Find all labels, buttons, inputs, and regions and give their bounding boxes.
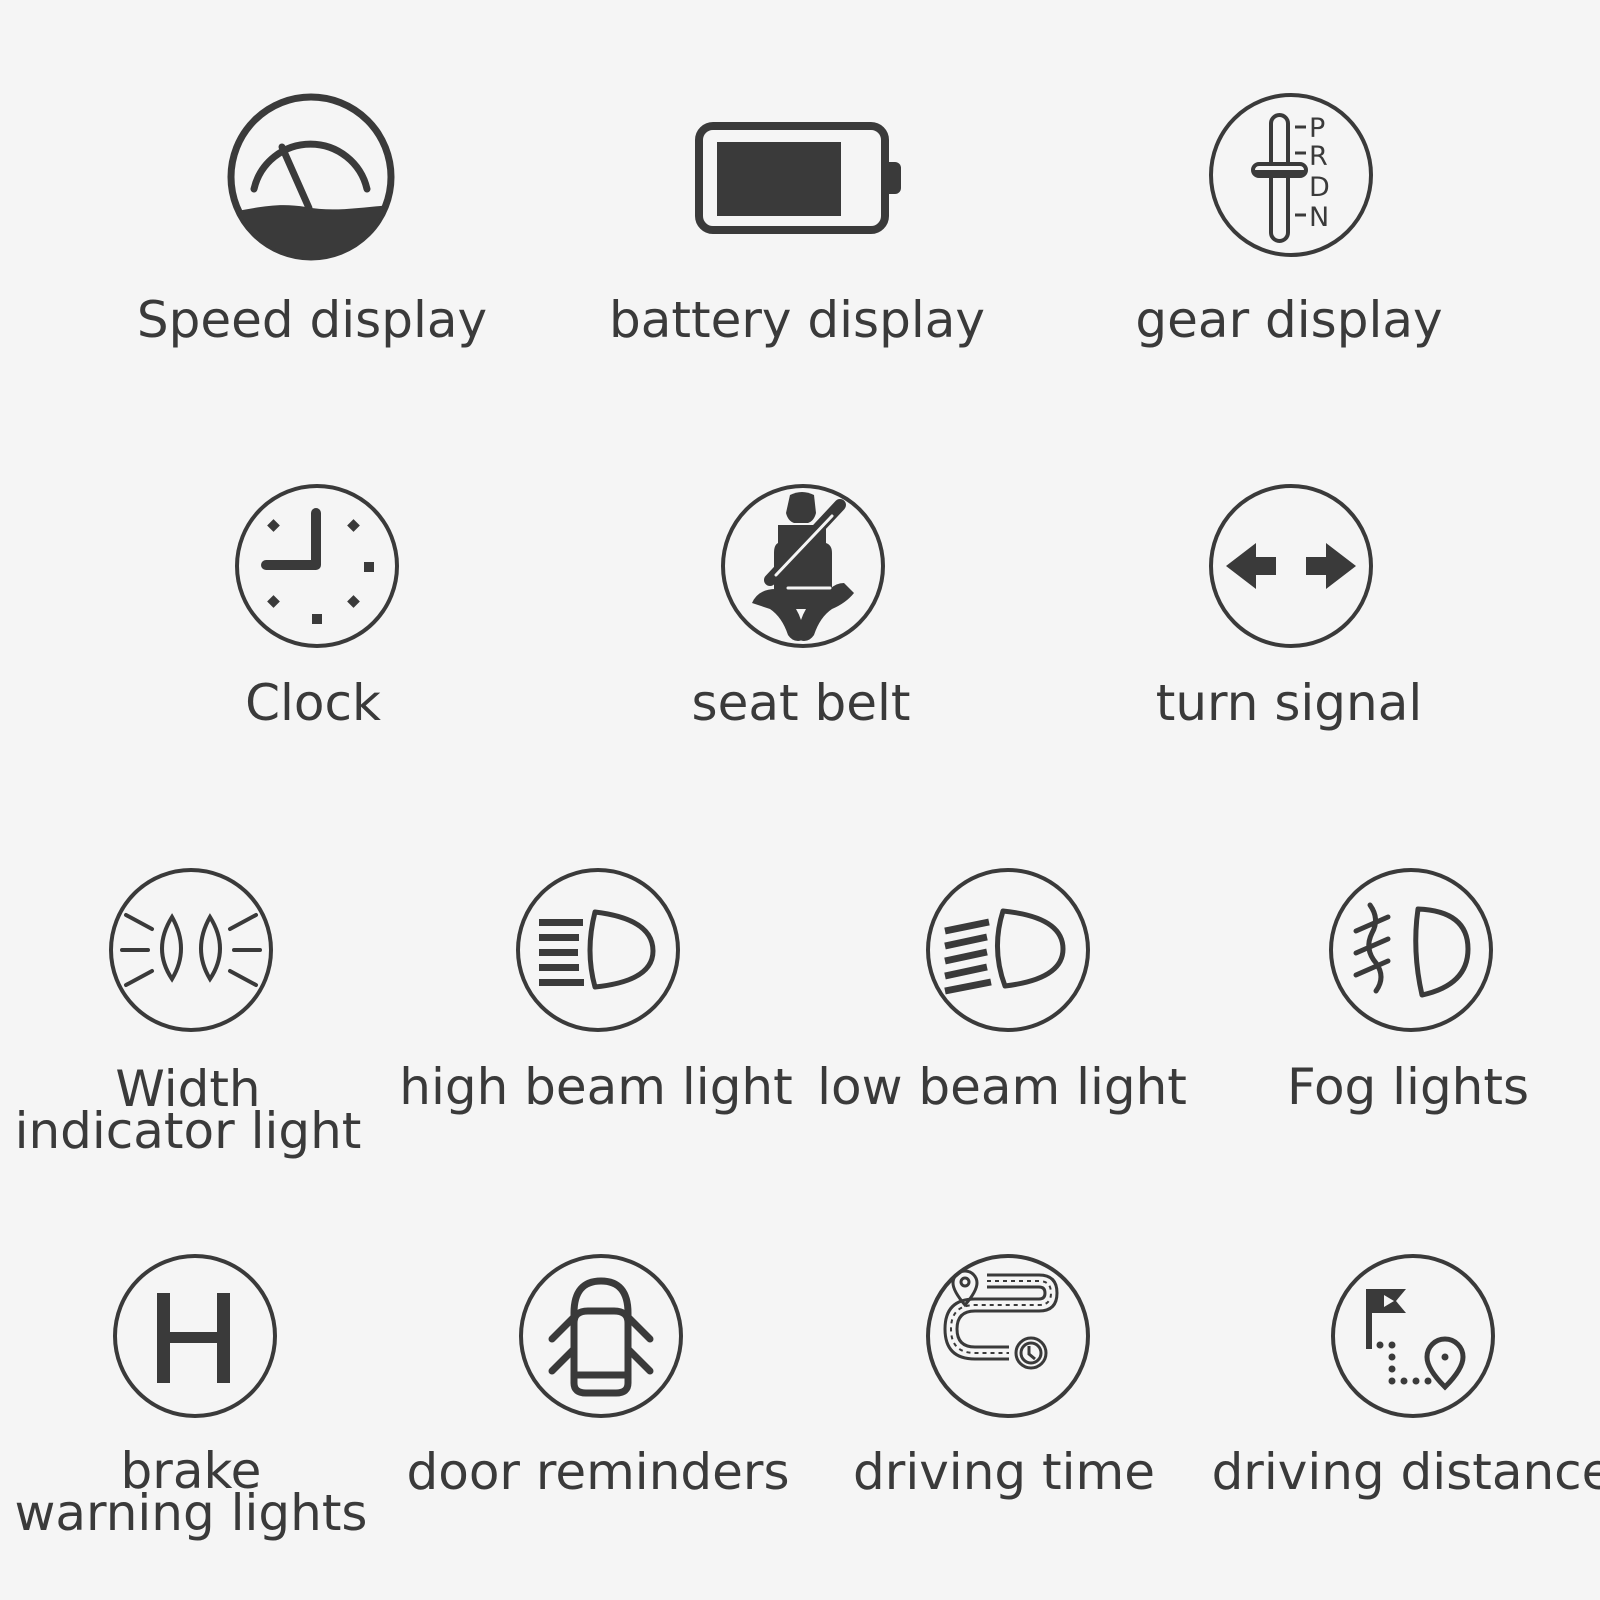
gear-letter-d: D bbox=[1309, 172, 1330, 203]
clock-icon bbox=[234, 483, 400, 649]
gear-letter-n: N bbox=[1309, 202, 1329, 233]
feature-label: Fog lights bbox=[1286, 1058, 1530, 1116]
turn-signal-arrows-icon bbox=[1208, 483, 1374, 649]
feature-label: driving distance bbox=[1211, 1443, 1600, 1501]
feature-label: battery display bbox=[609, 291, 985, 349]
high-beam-icon bbox=[515, 867, 681, 1033]
feature-label: Speed display bbox=[136, 291, 488, 349]
feature-label: driving time bbox=[853, 1443, 1155, 1501]
gear-letter-r: R bbox=[1309, 141, 1328, 172]
feature-label: turn signal bbox=[1155, 674, 1423, 732]
flag-route-pin-icon bbox=[1330, 1253, 1496, 1419]
gear-letter-p: P bbox=[1309, 113, 1325, 144]
low-beam-icon bbox=[925, 867, 1091, 1033]
feature-label: gear display bbox=[1135, 291, 1443, 349]
feature-label: Width indicator light bbox=[14, 1060, 362, 1160]
feature-label: high beam light bbox=[399, 1058, 793, 1116]
gear-shifter-icon: P R D N bbox=[1208, 92, 1374, 258]
route-clock-icon bbox=[925, 1253, 1091, 1419]
fog-light-icon bbox=[1328, 867, 1494, 1033]
seat-belt-icon bbox=[720, 483, 886, 649]
battery-icon bbox=[695, 122, 910, 234]
width-indicator-lamp-icon bbox=[108, 867, 274, 1033]
car-door-open-icon bbox=[518, 1253, 684, 1419]
speedometer-icon bbox=[226, 92, 396, 262]
feature-label: low beam light bbox=[817, 1058, 1187, 1116]
feature-label: Clock bbox=[245, 674, 381, 732]
feature-label: seat belt bbox=[691, 674, 911, 732]
feature-label: door reminders bbox=[406, 1443, 790, 1501]
brake-h-icon bbox=[112, 1253, 278, 1419]
feature-label: brake warning lights bbox=[14, 1442, 368, 1542]
